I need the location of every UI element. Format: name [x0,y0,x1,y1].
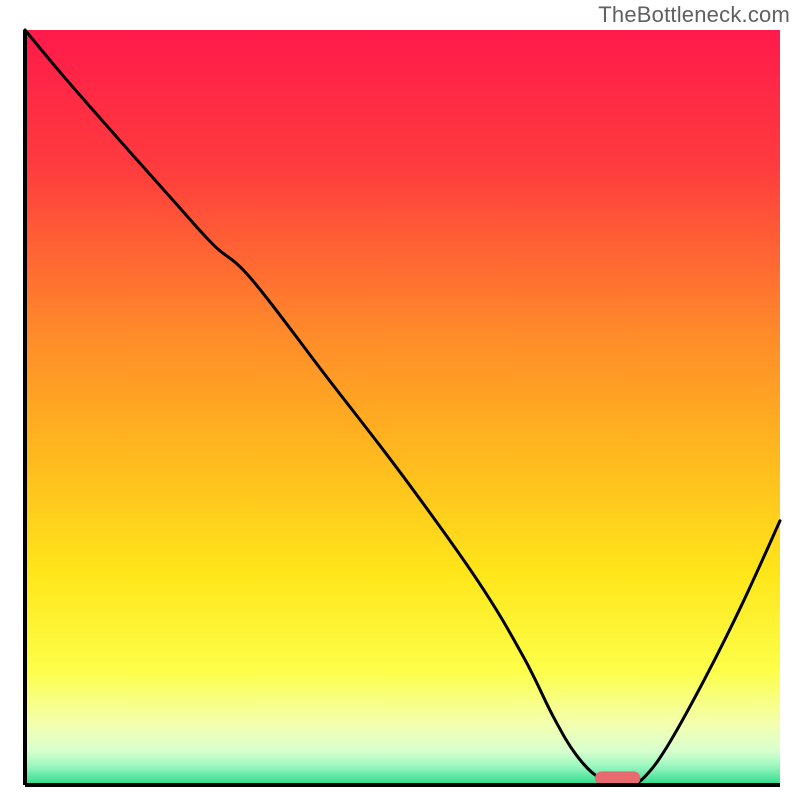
plot-background [25,30,780,785]
bottleneck-chart [0,0,800,800]
chart-container: TheBottleneck.com [0,0,800,800]
optimal-marker [595,771,640,785]
